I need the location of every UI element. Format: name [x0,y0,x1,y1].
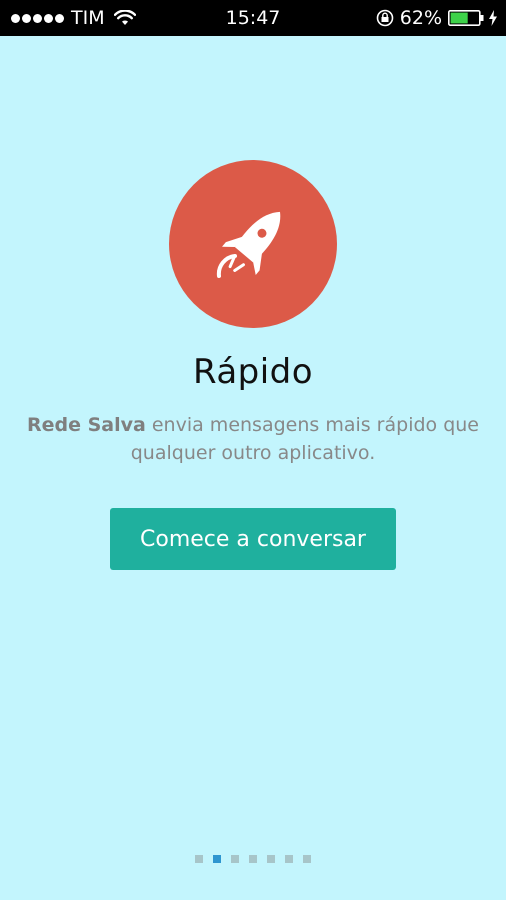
battery-icon [448,10,484,26]
page-dot-active[interactable] [213,855,221,863]
page-dot[interactable] [231,855,239,863]
page-dot[interactable] [249,855,257,863]
rocket-icon [216,211,281,278]
rotation-lock-icon [376,9,394,27]
start-chat-button[interactable]: Comece a conversar [110,508,396,570]
page-dot[interactable] [267,855,275,863]
page-dot[interactable] [195,855,203,863]
feature-icon-circle [169,160,337,328]
charging-bolt-icon [489,10,497,26]
feature-description: Rede Salva envia mensagens mais rápido q… [20,411,486,467]
description-text: envia mensagens mais rápido que qualquer… [130,414,479,464]
battery-percent: 62% [399,7,442,29]
page-title: Rápido [192,352,314,392]
status-bar-right: 62% [376,0,498,36]
page-dot[interactable] [285,855,293,863]
status-bar: TIM 15:47 62% [0,0,506,36]
app-name: Rede Salva [26,414,146,436]
page-indicator [0,855,506,863]
page-dot[interactable] [303,855,311,863]
